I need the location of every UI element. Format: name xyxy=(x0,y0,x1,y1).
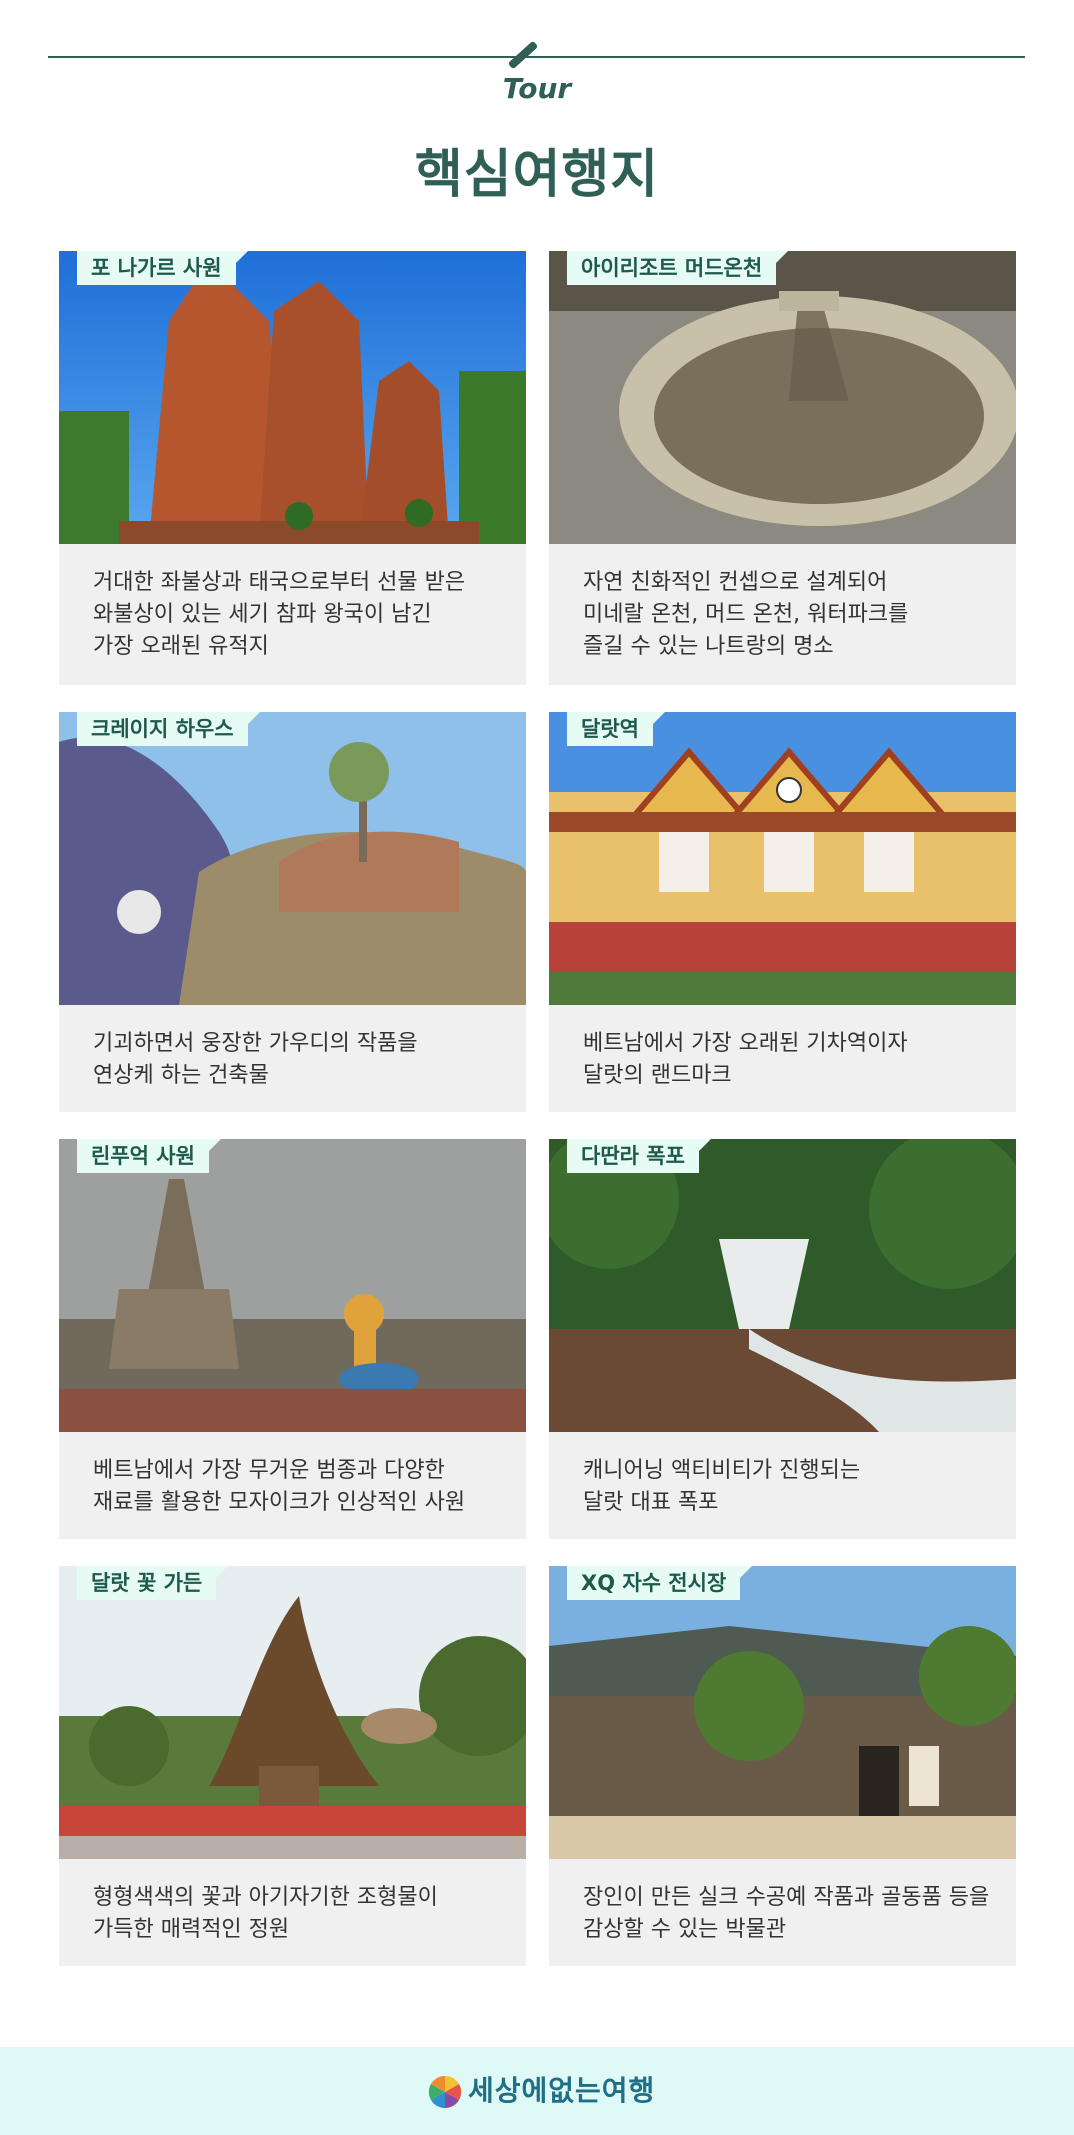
card-tag: XQ 자수 전시장 xyxy=(567,1566,753,1600)
desc-line: 달랏 대표 폭포 xyxy=(583,1490,719,1515)
card-description: 기괴하면서 웅장한 가우디의 작품을 연상케 하는 건축물 xyxy=(93,1028,513,1092)
destination-card[interactable]: 아이리조트 머드온천 자연 친화적인 컨셉으로 설계되어 미네랄 온천, 머드 … xyxy=(549,251,1016,685)
destination-card[interactable]: 크레이지 하우스 기괴하면서 웅장한 가우디의 작품을 연상케 하는 건축물 xyxy=(59,712,526,1112)
card-tag: 크레이지 하우스 xyxy=(77,712,260,746)
desc-line: 와불상이 있는 세기 참파 왕국이 남긴 xyxy=(93,602,432,627)
desc-line: 베트남에서 가장 무거운 범종과 다양한 xyxy=(93,1458,445,1483)
desc-line: 가장 오래된 유적지 xyxy=(93,634,269,659)
destination-card[interactable]: 린푸억 사원 베트남에서 가장 무거운 범종과 다양한 재료를 활용한 모자이크… xyxy=(59,1139,526,1539)
header-divider xyxy=(48,56,1025,58)
desc-line: 즐길 수 있는 나트랑의 명소 xyxy=(583,634,834,659)
footer: 세상에없는여행 xyxy=(0,2047,1074,2135)
card-tag: 린푸억 사원 xyxy=(77,1139,221,1173)
card-description: 장인이 만든 실크 수공예 작품과 골동품 등을 감상할 수 있는 박물관 xyxy=(583,1882,1003,1946)
dalat-station-photo xyxy=(549,712,1016,1005)
desc-line: 거대한 좌불상과 태국으로부터 선물 받은 xyxy=(93,570,466,595)
card-description: 베트남에서 가장 무거운 범종과 다양한 재료를 활용한 모자이크가 인상적인 … xyxy=(93,1455,513,1519)
card-tag: 아이리조트 머드온천 xyxy=(567,251,789,285)
po-nagar-photo xyxy=(59,251,526,544)
destination-card[interactable]: 포 나가르 사원 거대한 좌불상과 태국으로부터 선물 받은 와불상이 있는 세… xyxy=(59,251,526,685)
datanla-photo xyxy=(549,1139,1016,1432)
destination-card[interactable]: XQ 자수 전시장 장인이 만든 실크 수공예 작품과 골동품 등을 감상할 수… xyxy=(549,1566,1016,1966)
desc-line: 감상할 수 있는 박물관 xyxy=(583,1917,787,1942)
card-description: 형형색색의 꽃과 아기자기한 조형물이 가득한 매력적인 정원 xyxy=(93,1882,513,1946)
card-description: 거대한 좌불상과 태국으로부터 선물 받은 와불상이 있는 세기 참파 왕국이 … xyxy=(93,567,513,663)
desc-line: 달랏의 랜드마크 xyxy=(583,1063,732,1088)
slash-icon xyxy=(507,40,539,70)
desc-line: 기괴하면서 웅장한 가우디의 작품을 xyxy=(93,1031,418,1056)
desc-line: 가득한 매력적인 정원 xyxy=(93,1917,290,1942)
card-tag: 다딴라 폭포 xyxy=(567,1139,711,1173)
desc-line: 자연 친화적인 컨셉으로 설계되어 xyxy=(583,570,888,595)
card-description: 캐니어닝 액티비티가 진행되는 달랏 대표 폭포 xyxy=(583,1455,1003,1519)
destination-card[interactable]: 다딴라 폭포 캐니어닝 액티비티가 진행되는 달랏 대표 폭포 xyxy=(549,1139,1016,1539)
desc-line: 베트남에서 가장 오래된 기차역이자 xyxy=(583,1031,908,1056)
section-subtitle: Tour xyxy=(502,72,572,105)
desc-line: 캐니어닝 액티비티가 진행되는 xyxy=(583,1458,861,1483)
card-tag: 포 나가르 사원 xyxy=(77,251,248,285)
flower-garden-photo xyxy=(59,1566,526,1859)
card-description: 자연 친화적인 컨셉으로 설계되어 미네랄 온천, 머드 온천, 워터파크를 즐… xyxy=(583,567,1003,663)
brand-name: 세상에없는여행 xyxy=(468,2074,656,2107)
desc-line: 장인이 만든 실크 수공예 작품과 골동품 등을 xyxy=(583,1885,990,1910)
desc-line: 형형색색의 꽃과 아기자기한 조형물이 xyxy=(93,1885,438,1910)
desc-line: 연상케 하는 건축물 xyxy=(93,1063,269,1088)
card-description: 베트남에서 가장 오래된 기차역이자 달랏의 랜드마크 xyxy=(583,1028,1003,1092)
desc-line: 미네랄 온천, 머드 온천, 워터파크를 xyxy=(583,602,909,627)
page-title: 핵심여행지 xyxy=(414,145,660,205)
i-resort-photo xyxy=(549,251,1016,544)
destination-card[interactable]: 달랏역 베트남에서 가장 오래된 기차역이자 달랏의 랜드마크 xyxy=(549,712,1016,1112)
linh-phuoc-photo xyxy=(59,1139,526,1432)
header: Tour 핵심여행지 xyxy=(0,0,1074,230)
card-tag: 달랏역 xyxy=(567,712,665,746)
card-tag: 달랏 꽃 가든 xyxy=(77,1566,229,1600)
colorful-circle-logo-icon xyxy=(428,2075,462,2109)
desc-line: 재료를 활용한 모자이크가 인상적인 사원 xyxy=(93,1490,466,1515)
crazy-house-photo xyxy=(59,712,526,1005)
destination-card[interactable]: 달랏 꽃 가든 형형색색의 꽃과 아기자기한 조형물이 가득한 매력적인 정원 xyxy=(59,1566,526,1966)
xq-embroidery-photo xyxy=(549,1566,1016,1859)
